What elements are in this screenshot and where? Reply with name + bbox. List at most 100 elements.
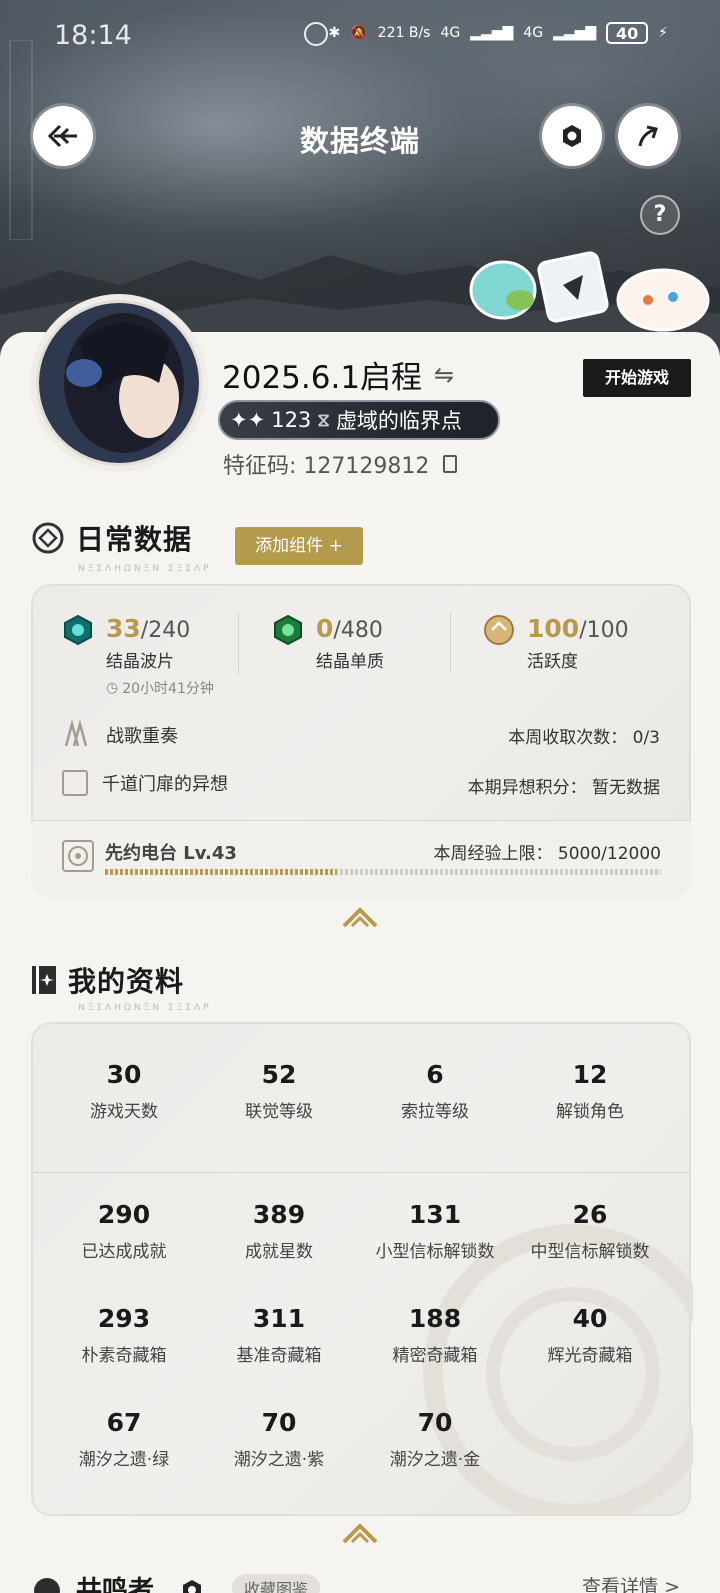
stat-value: 293 <box>97 1304 151 1333</box>
stat-item: 293 朴素奇藏箱 <box>46 1304 202 1366</box>
feature-code: 特征码: 127129812 <box>223 448 458 480</box>
radio-bar[interactable]: 先约电台 Lv.43 本周经验上限： 5000/12000 <box>31 820 691 898</box>
radio-progress-fill <box>105 869 337 875</box>
stat-value: 40 <box>572 1304 608 1333</box>
stat-item: 26 中型信标解锁数 <box>512 1200 668 1262</box>
signal-bars-1: ▂▃▅▇ <box>470 25 514 41</box>
status-icons: ✱ 🔕 221 B/s 4G ▂▃▅▇ 4G ▂▃▅▇ 40 ⚡ <box>328 22 668 44</box>
stat-item: 188 精密奇藏箱 <box>357 1304 513 1366</box>
stat-label: 成就星数 <box>245 1242 313 1262</box>
crystal-solute-count: 0/480 <box>316 614 383 643</box>
crystal-solute-icon <box>274 614 302 646</box>
bluetooth-icon: ✱ <box>328 25 341 41</box>
battery-icon: 40 <box>606 22 649 44</box>
start-game-button[interactable]: 开始游戏 <box>583 359 691 397</box>
resonator-icon <box>34 1578 60 1593</box>
crystal-wave-count: 33/240 <box>106 614 191 643</box>
collection-tag[interactable]: 收藏图鉴 <box>232 1574 321 1593</box>
resonator-settings-icon[interactable] <box>180 1578 204 1593</box>
resonators-section-header: 共鸣者 收藏图鉴 查看详情 > <box>0 1568 720 1593</box>
stat-item: 40 辉光奇藏箱 <box>512 1304 668 1366</box>
stat-item: 30 游戏天数 <box>46 1060 202 1122</box>
stat-label: 中型信标解锁数 <box>530 1242 650 1262</box>
profile-section-title: 我的资料 <box>68 965 185 998</box>
daily-section-title: 日常数据 <box>76 523 193 556</box>
stat-item: 389 成就星数 <box>201 1200 357 1262</box>
stat-item: 70 潮汐之遗·紫 <box>201 1408 357 1470</box>
stat-item: 52 联觉等级 <box>201 1060 357 1122</box>
mute-icon: 🔕 <box>350 25 368 41</box>
settings-button[interactable] <box>542 106 602 166</box>
net-speed: 221 B/s <box>377 25 431 41</box>
resource-divider-2 <box>450 612 451 674</box>
share-arrow-icon <box>638 125 658 147</box>
vpn-icon <box>304 22 328 46</box>
resonators-title: 共鸣者 <box>76 1576 155 1593</box>
share-button[interactable] <box>618 106 678 166</box>
rank-level: 123 <box>271 408 312 432</box>
signal-icon-2: 4G <box>523 25 544 41</box>
charging-icon: ⚡ <box>658 25 668 41</box>
stat-value: 52 <box>261 1060 297 1089</box>
feature-code-text: 特征码: 127129812 <box>223 454 430 479</box>
stat-label: 潮汐之遗·金 <box>389 1450 481 1470</box>
stat-value: 70 <box>417 1408 453 1437</box>
signal-icon-1: 4G <box>440 25 461 41</box>
profile-section-subtitle: ΝΞΣΛΗΩΝΞΝ ΣΞΣΛΡ <box>78 1003 212 1013</box>
status-time: 18:14 <box>54 20 132 51</box>
add-widget-button[interactable]: 添加组件 + <box>235 527 363 565</box>
stat-label: 辉光奇藏箱 <box>547 1346 633 1366</box>
stat-label: 解锁角色 <box>556 1102 624 1122</box>
stat-label: 潮汐之遗·紫 <box>233 1450 325 1470</box>
profile-data-icon <box>32 966 56 994</box>
stat-item: 6 索拉等级 <box>357 1060 513 1122</box>
timer-text: 20小时41分钟 <box>122 681 214 697</box>
stat-value: 30 <box>106 1060 142 1089</box>
stat-value: 290 <box>97 1200 151 1229</box>
sparkle-icon: ✦✦ <box>230 408 266 432</box>
crystal-wave-label: 结晶波片 <box>106 652 174 672</box>
collapse-daily-chevron-icon[interactable] <box>342 906 378 928</box>
collapse-profile-chevron-icon[interactable] <box>342 1522 378 1544</box>
copy-icon[interactable] <box>443 455 458 473</box>
gear-icon <box>563 125 581 147</box>
activity-icon <box>484 615 514 645</box>
view-details-link[interactable]: 查看详情 > <box>582 1572 680 1593</box>
daily-data-icon <box>32 522 64 554</box>
stat-value: 6 <box>426 1060 444 1089</box>
stat-label: 索拉等级 <box>401 1102 469 1122</box>
stat-label: 已达成成就 <box>81 1242 167 1262</box>
radio-progress-bar <box>105 869 661 875</box>
resource-divider-1 <box>238 612 239 674</box>
rank-separator-icon: ⧖ <box>317 409 330 431</box>
radio-exp: 本周经验上限： 5000/12000 <box>433 844 661 864</box>
stat-value: 70 <box>261 1408 297 1437</box>
stats-divider <box>33 1172 689 1173</box>
swap-account-icon[interactable]: ⇋ <box>434 361 454 389</box>
profile-name: 2025.6.1启程 ⇋ <box>222 352 454 397</box>
signal-bars-2: ▂▃▅▇ <box>553 25 597 41</box>
status-bar: 18:14 ✱ 🔕 221 B/s 4G ▂▃▅▇ 4G ▂▃▅▇ 40 ⚡ <box>0 0 720 70</box>
thousand-gates-value: 本期异想积分： 暂无数据 <box>467 778 660 798</box>
stat-label: 游戏天数 <box>90 1102 158 1122</box>
help-button[interactable]: ? <box>640 195 680 235</box>
activity-count: 100/100 <box>527 614 629 643</box>
crystal-solute-label: 结晶单质 <box>316 652 384 672</box>
stat-label: 潮汐之遗·绿 <box>78 1450 170 1470</box>
daily-section-subtitle: ΝΞΣΛΗΩΝΞΝ ΣΞΣΛΡ <box>78 564 212 574</box>
rank-badge: ✦✦ 123 ⧖ 虚域的临界点 <box>218 400 500 440</box>
thousand-gates-row[interactable]: 千道门扉的异想 <box>62 770 228 796</box>
stat-item: 311 基准奇藏箱 <box>201 1304 357 1366</box>
rank-title: 虚域的临界点 <box>335 409 462 433</box>
page-title: 数据终端 <box>299 124 420 158</box>
thousand-gates-label: 千道门扉的异想 <box>102 774 228 795</box>
war-song-value: 本周收取次数： 0/3 <box>508 728 660 748</box>
daily-section-header: 日常数据 <box>30 518 192 558</box>
profile-section-header: 我的资料 <box>30 960 184 1000</box>
avatar[interactable] <box>36 300 202 466</box>
war-song-row[interactable]: 战歌重奏 <box>62 720 178 750</box>
radio-icon <box>62 840 94 872</box>
stat-item: 290 已达成成就 <box>46 1200 202 1262</box>
radio-label: 先约电台 Lv.43 <box>105 843 237 864</box>
activity-label: 活跃度 <box>527 652 578 672</box>
